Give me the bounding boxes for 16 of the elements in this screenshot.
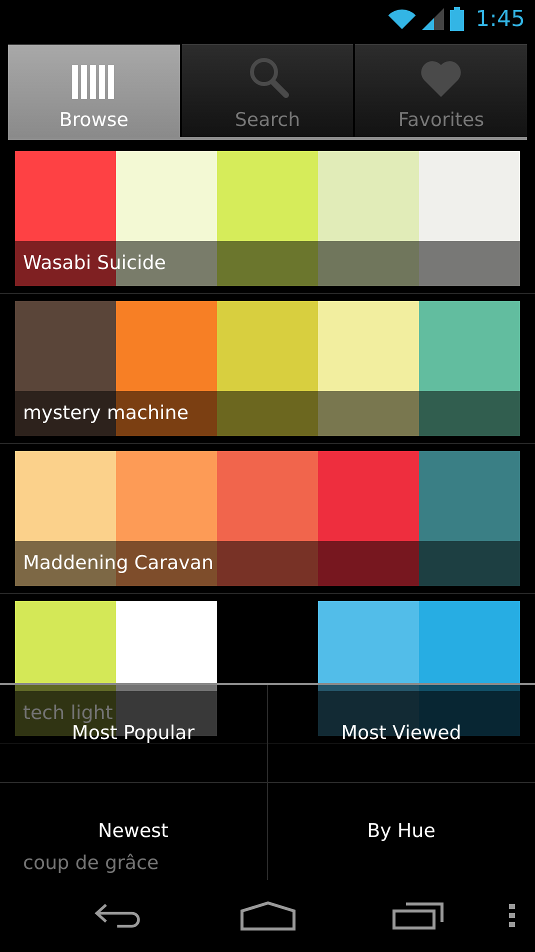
tab[interactable]: Favorites — [355, 44, 528, 137]
wifi-icon — [388, 8, 416, 30]
clock-time: 1:45 — [476, 6, 525, 32]
battery-icon — [450, 7, 464, 31]
heart-icon — [419, 59, 464, 99]
menu-item[interactable]: By Hue — [268, 782, 535, 880]
palette-name[interactable]: coup de grâce — [23, 852, 159, 874]
overflow-icon[interactable] — [509, 904, 515, 928]
menu-item[interactable]: Most Viewed — [268, 685, 535, 782]
tab[interactable]: Search — [182, 44, 354, 137]
recent-apps-icon[interactable] — [392, 902, 444, 930]
columns-icon — [72, 65, 116, 99]
palette-name[interactable]: Maddening Caravan — [23, 552, 214, 574]
palette-name[interactable]: mystery machine — [23, 402, 189, 424]
home-icon[interactable] — [240, 901, 296, 931]
signal-icon — [422, 8, 444, 30]
